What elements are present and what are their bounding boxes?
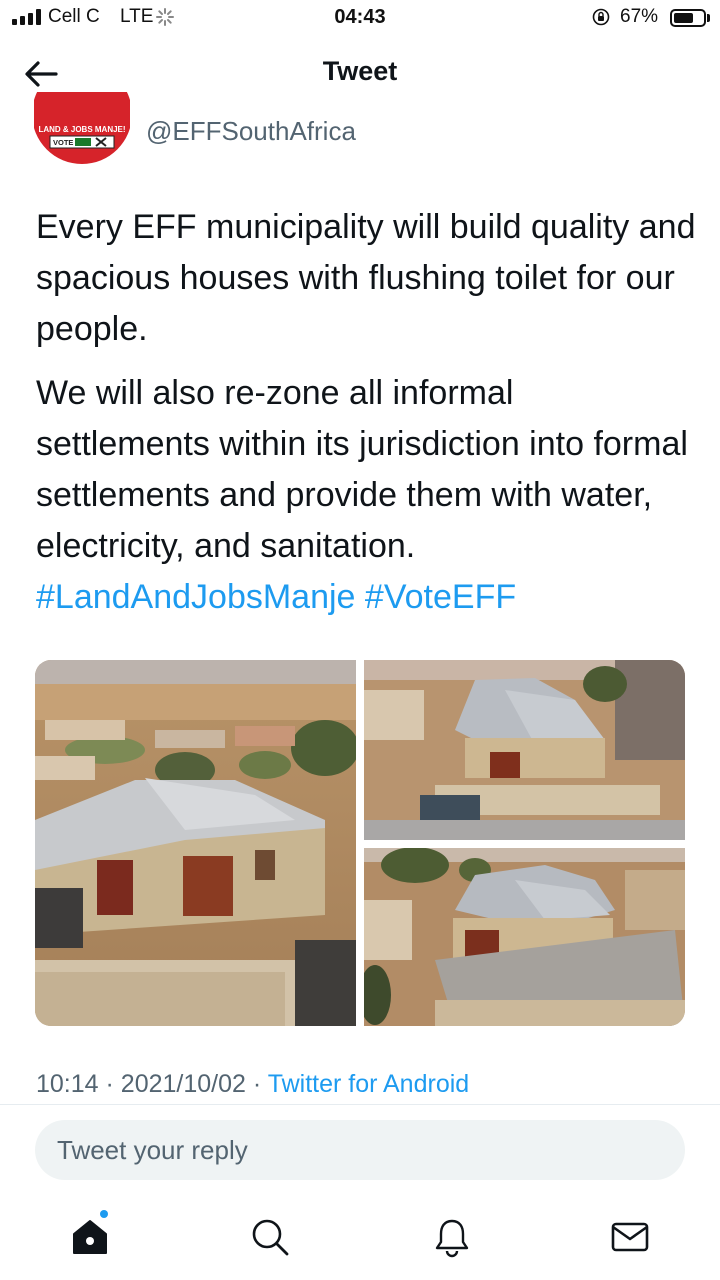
meta-separator: · (105, 1070, 114, 1098)
tweet-time: 10:14 (36, 1070, 99, 1098)
mail-icon[interactable] (608, 1215, 652, 1259)
tweet-paragraph-1: Every EFF municipality will build qualit… (36, 208, 696, 348)
status-time: 04:43 (334, 6, 386, 28)
home-icon[interactable] (68, 1215, 112, 1259)
battery-percentage: 67% (620, 6, 659, 27)
hashtag-link[interactable]: #VoteEFF (365, 578, 516, 616)
hashtag-link[interactable]: #LandAndJobsManje (36, 578, 355, 616)
bell-icon[interactable] (430, 1215, 474, 1259)
page-title: Tweet (322, 56, 398, 86)
eff-logo: LAND & JOBS MANJE! VOTE (34, 92, 130, 164)
battery-icon (670, 9, 706, 27)
tweet-media-grid (35, 660, 685, 1026)
battery-cap (707, 14, 710, 22)
tweet-paragraph-2-text: We will also re-zone all informal settle… (36, 374, 688, 565)
author-handle[interactable]: @EFFSouthAfrica (146, 116, 356, 147)
reply-input[interactable] (35, 1120, 685, 1180)
tweet-paragraph-2: We will also re-zone all informal settle… (36, 368, 696, 623)
home-notification-dot (100, 1210, 108, 1218)
avatar-vote-text: VOTE (53, 138, 73, 147)
meta-separator: · (252, 1070, 262, 1098)
tweet-meta: 10:14 · 2021/10/02 · Twitter for Android (36, 1070, 469, 1099)
avatar-banner-text: LAND & JOBS MANJE! (38, 125, 125, 134)
divider (0, 1104, 720, 1105)
tweet-date: 2021/10/02 (120, 1070, 246, 1098)
status-bar: Cell C LTE 04:43 67% (0, 0, 720, 36)
reply-box[interactable] (35, 1120, 685, 1180)
search-icon[interactable] (248, 1215, 292, 1259)
orientation-lock-icon (592, 8, 610, 26)
house-photo-2[interactable] (364, 660, 685, 840)
avatar[interactable]: LAND & JOBS MANJE! VOTE (34, 92, 130, 164)
tweet-source-link[interactable]: Twitter for Android (268, 1070, 469, 1098)
house-photo-1[interactable] (35, 660, 359, 1026)
house-photo-3[interactable] (359, 847, 685, 1026)
bottom-nav (0, 1195, 720, 1280)
